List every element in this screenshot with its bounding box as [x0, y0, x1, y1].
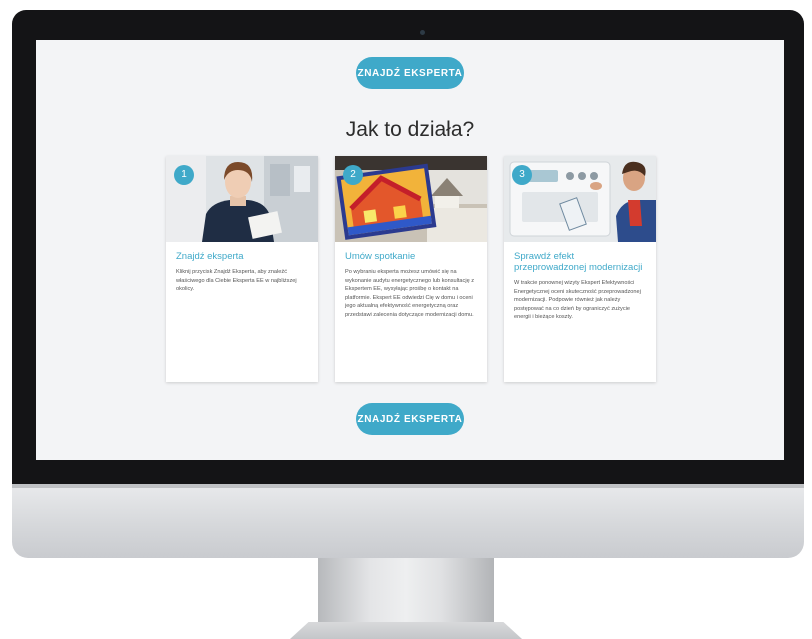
card-1-image: 1 [166, 156, 318, 242]
find-expert-button-bottom[interactable]: ZNAJDŹ EKSPERTA [356, 403, 464, 435]
card-3-title: Sprawdź efekt przeprowadzonej modernizac… [514, 251, 643, 273]
camera-icon [420, 30, 425, 35]
card-2-title: Umów spotkanie [345, 251, 416, 262]
step-number-badge: 3 [512, 165, 532, 185]
page-title: Jak to działa? [345, 118, 475, 141]
step-card-3: 3 Sprawdź efekt przeprowadzonej moderniz… [504, 156, 656, 382]
card-1-text: Kliknij przycisk Znajdź Eksperta, aby zn… [176, 269, 297, 292]
step-number-badge: 2 [343, 165, 363, 185]
monitor-chin [12, 484, 804, 558]
card-3-text: W trakcie ponownej wizyty Ekspert Efekty… [514, 280, 641, 320]
chin-divider [12, 484, 804, 488]
card-1-title: Znajdź eksperta [176, 251, 244, 262]
step-card-2: 2 Umów spotkanie Po wybraniu eksperta mo… [335, 156, 487, 382]
monitor-stand-base [290, 622, 522, 639]
card-3-image: 3 [504, 156, 656, 242]
card-2-text: Po wybraniu eksperta możesz umówić się n… [345, 269, 475, 318]
card-2-image: 2 [335, 156, 487, 242]
screen-content: ZNAJDŹ EKSPERTA Jak to działa? 1 Znajdź … [36, 40, 784, 460]
monitor-stand [318, 558, 494, 628]
find-expert-button-top[interactable]: ZNAJDŹ EKSPERTA [356, 57, 464, 89]
step-number-badge: 1 [174, 165, 194, 185]
step-card-1: 1 Znajdź eksperta Kliknij przycisk Znajd… [166, 156, 318, 382]
